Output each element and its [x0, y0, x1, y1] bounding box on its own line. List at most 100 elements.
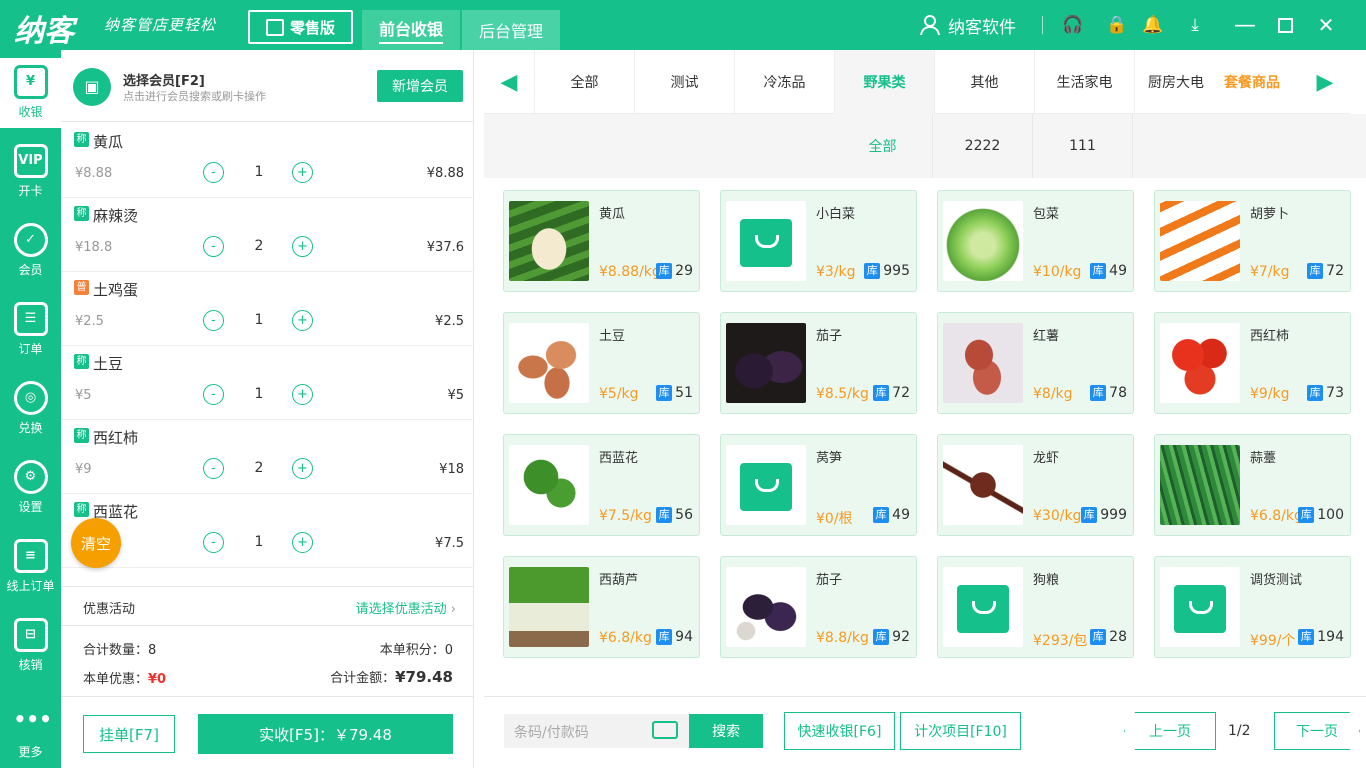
cart-row[interactable]: 普土鸡蛋 ¥2.5 - 1 + ¥2.5: [61, 272, 474, 346]
lock-icon[interactable]: 🔒: [1106, 14, 1128, 36]
category-tab[interactable]: 测试: [634, 50, 734, 114]
hold-order-button[interactable]: 挂单[F7]: [83, 715, 175, 753]
item-total: ¥2.5: [435, 314, 464, 329]
category-tab[interactable]: 厨房大电: [1134, 50, 1204, 114]
user-menu[interactable]: 纳客软件: [920, 12, 1016, 38]
search-button[interactable]: 搜索: [689, 714, 763, 748]
minimize-icon[interactable]: —: [1234, 13, 1256, 38]
close-icon[interactable]: ✕: [1315, 13, 1337, 37]
bell-icon[interactable]: 🔔: [1142, 14, 1164, 36]
next-page-button[interactable]: 下一页: [1274, 712, 1360, 750]
product-card[interactable]: 蒜薹 ¥6.8/kg 库 100: [1154, 434, 1351, 536]
retail-edition-button[interactable]: 零售版: [248, 10, 353, 44]
value: ¥79.48: [395, 668, 453, 686]
product-stock: 库 194: [1298, 629, 1344, 645]
nav-member[interactable]: ✓ 会员: [0, 216, 61, 286]
promo-row[interactable]: 优惠活动 请选择优惠活动 ›: [61, 586, 474, 626]
decrease-qty-button[interactable]: -: [203, 236, 224, 257]
category-tab[interactable]: 生活家电: [1034, 50, 1134, 114]
product-card[interactable]: 调货测试 ¥99/个库 194: [1154, 556, 1351, 658]
download-icon[interactable]: ⤓: [1184, 14, 1206, 36]
product-card[interactable]: 茄子 ¥8.8/kg 库 92: [720, 556, 917, 658]
nav-cashier[interactable]: ¥ 收银: [0, 58, 61, 128]
nav-online-orders[interactable]: ≡ 线上订单: [0, 532, 61, 602]
subcategory-tab[interactable]: 111: [1033, 114, 1133, 178]
cart-row[interactable]: 称黄瓜 ¥8.88 - 1 + ¥8.88: [61, 124, 474, 198]
product-card[interactable]: 西葫芦 ¥6.8/kg 库 94: [503, 556, 700, 658]
bag-shape: [957, 585, 1009, 633]
product-name: 包菜: [1033, 207, 1060, 222]
nav-orders[interactable]: ☰ 订单: [0, 295, 61, 365]
decrease-qty-button[interactable]: -: [203, 310, 224, 331]
product-card[interactable]: 包菜 ¥10/kg 库 49: [937, 190, 1134, 292]
increase-qty-button[interactable]: +: [292, 458, 313, 479]
shop-bag-icon: [265, 18, 284, 36]
app-logo: 纳客: [14, 14, 74, 49]
product-card[interactable]: 黄瓜 ¥8.88/kg 库 29: [503, 190, 700, 292]
member-icon: ✓: [13, 223, 48, 257]
promo-select[interactable]: 请选择优惠活动 ›: [356, 598, 456, 617]
ticket-icon: ⊟: [13, 618, 48, 652]
decrease-qty-button[interactable]: -: [203, 162, 224, 183]
keyboard-icon[interactable]: [652, 721, 678, 739]
cart-row[interactable]: 称土豆 ¥5-1 + ¥5: [61, 346, 474, 420]
product-card[interactable]: 狗粮 ¥293/包库 28: [937, 556, 1134, 658]
value: 0: [444, 643, 453, 658]
product-card[interactable]: 莴笋 ¥0/根 库 49: [720, 434, 917, 536]
add-member-button[interactable]: 新增会员: [377, 70, 463, 102]
product-card[interactable]: 胡萝卜 ¥7/kg 库 72: [1154, 190, 1351, 292]
stock-badge: 库: [1298, 507, 1315, 523]
count-item-button[interactable]: 计次项目[F10]: [900, 712, 1021, 750]
product-price: ¥10/kg: [1033, 264, 1082, 280]
product-card[interactable]: 小白菜 ¥3/kg 库 995: [720, 190, 917, 292]
maximize-icon[interactable]: [1274, 14, 1296, 36]
cart-row[interactable]: 称西蓝花¥7.5-1+¥7.5: [61, 494, 474, 568]
product-image: [726, 323, 806, 403]
bottom-bar: 条码/付款码 搜索 快速收银[F6] 计次项目[F10] 上一页 1/2 下一页: [484, 696, 1366, 768]
product-card[interactable]: 红薯 ¥8/kg 库 78: [937, 312, 1134, 414]
prev-page-button[interactable]: 上一页: [1124, 712, 1216, 750]
category-tab[interactable]: 其他: [934, 50, 1034, 114]
stock-count: 29: [675, 263, 693, 279]
decrease-qty-button[interactable]: -: [203, 384, 224, 405]
user-icon: [920, 15, 940, 36]
product-card[interactable]: 茄子 ¥8.5/kg 库 72: [720, 312, 917, 414]
member-select[interactable]: ▣ 选择会员[F2] 点击进行会员搜索或刷卡操作 新增会员: [61, 50, 474, 122]
arrow-left-icon[interactable]: ◀: [484, 50, 534, 114]
category-tab[interactable]: 野果类: [834, 50, 934, 114]
subcategory-tab[interactable]: 2222: [933, 114, 1033, 178]
subcategory-tab[interactable]: 全部: [833, 114, 933, 178]
category-tab[interactable]: 全部: [534, 50, 634, 114]
increase-qty-button[interactable]: +: [292, 384, 313, 405]
category-tab[interactable]: 套餐商品: [1204, 50, 1300, 114]
product-card[interactable]: 西红柿 ¥9/kg 库 73: [1154, 312, 1351, 414]
tab-backend[interactable]: 后台管理: [462, 10, 560, 50]
product-price: ¥9/kg: [1250, 386, 1290, 402]
item-tag: 称: [74, 132, 89, 147]
pay-button[interactable]: 实收[F5]：￥79.48: [198, 714, 453, 754]
nav-verify[interactable]: ⊟ 核销: [0, 611, 61, 681]
item-qty: 2: [254, 238, 264, 254]
increase-qty-button[interactable]: +: [292, 310, 313, 331]
product-card[interactable]: 龙虾 ¥30/kg 库 999: [937, 434, 1134, 536]
cart-row[interactable]: 称麻辣烫 ¥18.8 - 2 + ¥37.6: [61, 198, 474, 272]
decrease-qty-button[interactable]: -: [203, 458, 224, 479]
quick-cashier-button[interactable]: 快速收银[F6]: [784, 712, 895, 750]
product-card[interactable]: 西蓝花 ¥7.5/kg 库 56: [503, 434, 700, 536]
increase-qty-button[interactable]: +: [292, 236, 313, 257]
headset-icon[interactable]: 🎧: [1062, 14, 1084, 36]
category-tab[interactable]: 冷冻品: [734, 50, 834, 114]
nav-open-card[interactable]: VIP 开卡: [0, 137, 61, 207]
increase-qty-button[interactable]: +: [292, 532, 313, 553]
product-card[interactable]: 土豆 ¥5/kg 库 51: [503, 312, 700, 414]
arrow-right-icon[interactable]: ▶: [1300, 50, 1350, 114]
decrease-qty-button[interactable]: -: [203, 532, 224, 553]
tab-front-cashier[interactable]: 前台收银: [362, 10, 460, 50]
nav-settings[interactable]: ⚙ 设置: [0, 453, 61, 523]
nav-more[interactable]: ••• 更多: [0, 698, 61, 768]
cart-row[interactable]: 称西红柿 ¥9 - 2 + ¥18: [61, 420, 474, 494]
increase-qty-button[interactable]: +: [292, 162, 313, 183]
clear-cart-button[interactable]: 清空: [71, 518, 121, 568]
item-tag: 称: [74, 502, 89, 517]
nav-exchange[interactable]: ◎ 兑换: [0, 374, 61, 444]
